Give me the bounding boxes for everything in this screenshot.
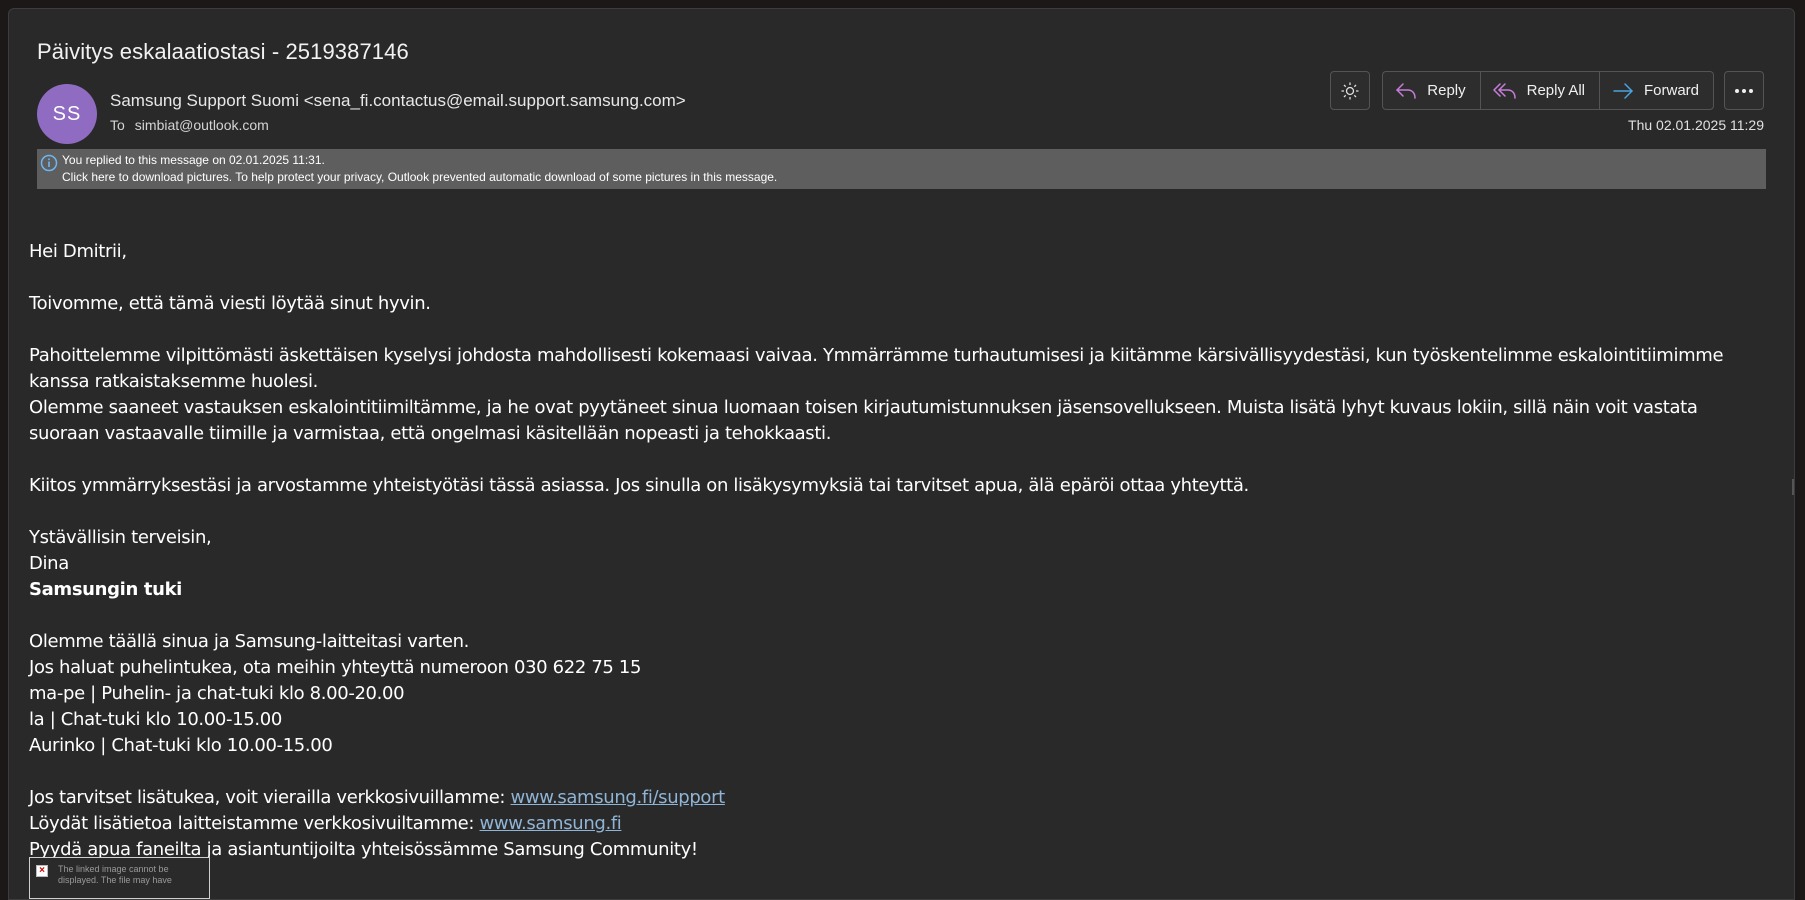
replied-notice: You replied to this message on 02.01.202…	[62, 153, 325, 167]
reply-all-label: Reply All	[1526, 82, 1585, 99]
email-reading-pane: Päivitys eskalaatiostasi - 2519387146 SS…	[8, 8, 1795, 900]
community-line: Pyydä apua faneilta ja asiantuntijoilta …	[29, 839, 698, 860]
reply-button[interactable]: Reply	[1382, 71, 1480, 110]
support-link[interactable]: www.samsung.fi/support	[511, 787, 726, 808]
scrollbar[interactable]	[1792, 479, 1794, 495]
theme-toggle-button[interactable]	[1330, 71, 1371, 110]
support-hours-weekdays: ma-pe | Puhelin- ja chat-tuki klo 8.00-2…	[29, 683, 405, 704]
body-paragraph-2a: Pahoittelemme vilpittömästi äskettäisen …	[29, 345, 1724, 392]
message-toolbar: Reply Reply All Forward	[1330, 71, 1764, 110]
support-link-prefix: Jos tarvitset lisätukea, voit vierailla …	[29, 787, 511, 808]
to-label: To	[110, 117, 125, 133]
website-link[interactable]: www.samsung.fi	[480, 813, 622, 834]
body-paragraph-1: Toivomme, että tämä viesti löytää sinut …	[29, 293, 431, 314]
broken-image-placeholder[interactable]: × The linked image cannot be displayed. …	[29, 857, 210, 899]
reply-all-icon	[1492, 82, 1516, 99]
forward-label: Forward	[1643, 82, 1699, 99]
recipient-line: To simbiat@outlook.com	[110, 117, 269, 133]
sender-avatar[interactable]: SS	[37, 84, 97, 144]
forward-button[interactable]: Forward	[1598, 71, 1714, 110]
download-pictures-link[interactable]: Click here to download pictures. To help…	[62, 170, 777, 184]
info-bar[interactable]: You replied to this message on 02.01.202…	[37, 149, 1766, 189]
closing: Ystävällisin terveisin,	[29, 527, 212, 548]
forward-arrow-icon	[1613, 82, 1633, 99]
support-hours-sunday: Aurinko | Chat-tuki klo 10.00-15.00	[29, 735, 333, 756]
more-actions-button[interactable]	[1724, 71, 1764, 110]
broken-image-alt-text: The linked image cannot be displayed. Th…	[58, 864, 172, 885]
email-subject: Päivitys eskalaatiostasi - 2519387146	[37, 39, 409, 64]
reply-label: Reply	[1427, 82, 1466, 99]
more-dots-icon	[1735, 88, 1753, 93]
email-body: Hei Dmitrii, Toivomme, että tämä viesti …	[29, 239, 1769, 863]
body-paragraph-3: Kiitos ymmärryksestäsi ja arvostamme yht…	[29, 475, 1249, 496]
support-link-line: Jos tarvitset lisätukea, voit vierailla …	[29, 785, 1769, 811]
recipient-address[interactable]: simbiat@outlook.com	[135, 117, 269, 133]
greeting: Hei Dmitrii,	[29, 241, 127, 262]
support-phone-line: Jos haluat puhelintukea, ota meihin yhte…	[29, 657, 642, 678]
reply-icon	[1396, 82, 1417, 99]
body-paragraph-2b: Olemme saaneet vastauksen eskalointitiim…	[29, 397, 1698, 444]
support-line-1: Olemme täällä sinua ja Samsung-laitteita…	[29, 631, 470, 652]
sender-name[interactable]: Samsung Support Suomi <sena_fi.contactus…	[110, 91, 686, 111]
message-date: Thu 02.01.2025 11:29	[1628, 117, 1764, 133]
signature-team: Samsungin tuki	[29, 579, 183, 600]
signer-name: Dina	[29, 553, 69, 574]
website-link-line: Löydät lisätietoa laitteistamme verkkosi…	[29, 811, 1769, 837]
website-link-prefix: Löydät lisätietoa laitteistamme verkkosi…	[29, 813, 480, 834]
broken-image-icon: ×	[36, 865, 48, 877]
sun-icon	[1341, 82, 1359, 99]
support-hours-saturday: la | Chat-tuki klo 10.00-15.00	[29, 709, 282, 730]
reply-button-group: Reply Reply All Forward	[1382, 71, 1714, 110]
reply-all-button[interactable]: Reply All	[1479, 71, 1599, 110]
info-icon	[40, 154, 58, 175]
